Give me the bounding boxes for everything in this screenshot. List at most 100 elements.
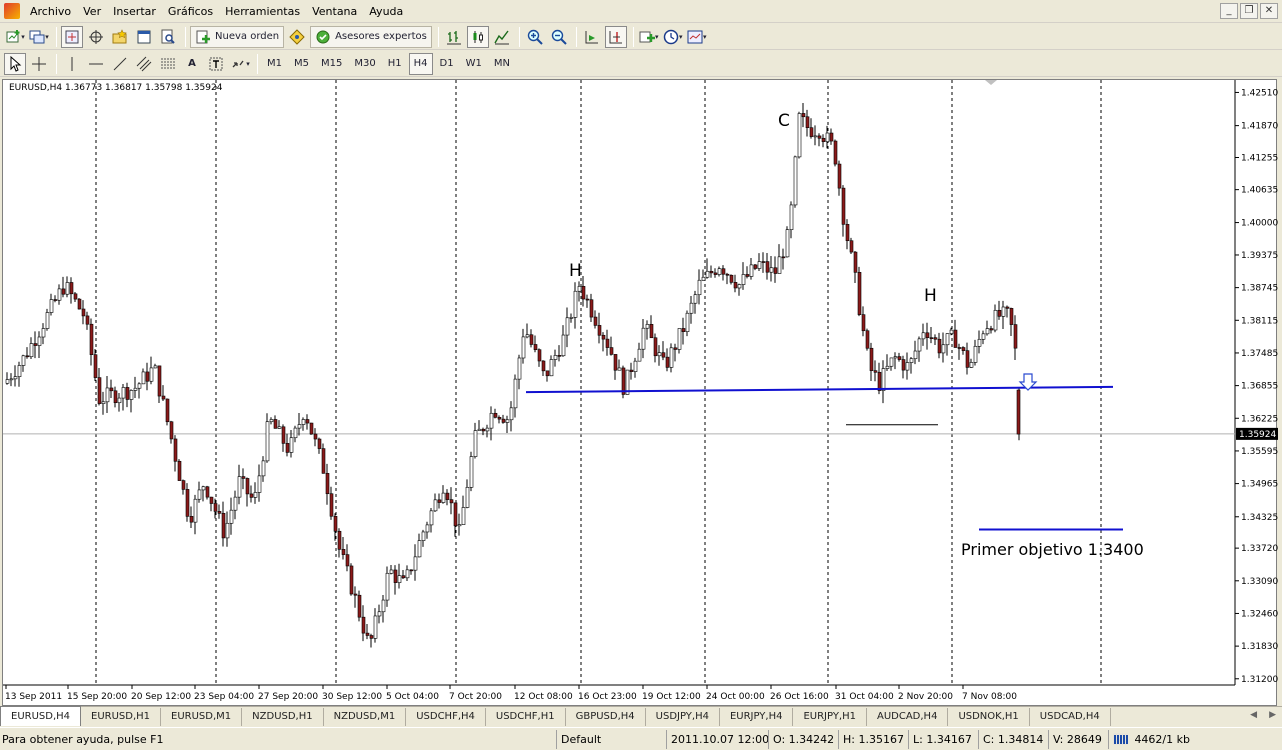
menu-herramientas[interactable]: Herramientas — [219, 0, 306, 23]
vertical-line-icon — [71, 56, 73, 71]
menu-archivo[interactable]: Archivo — [24, 0, 77, 23]
tab-eurjpy-h4[interactable]: EURJPY,H4 — [720, 708, 794, 726]
tab-nzdusd-m1[interactable]: NZDUSD,M1 — [324, 708, 407, 726]
tab-audcad-h4[interactable]: AUDCAD,H4 — [867, 708, 949, 726]
price-tick-label: 1.36225 — [1241, 414, 1278, 424]
bear-candle — [585, 298, 590, 301]
tab-scroll-right-icon[interactable]: ▶ — [1269, 710, 1276, 720]
target-annotation[interactable]: Primer objetivo 1.3400 — [961, 540, 1144, 559]
tab-usdjpy-h4[interactable]: USDJPY,H4 — [646, 708, 720, 726]
tab-usdcad-h4[interactable]: USDCAD,H4 — [1030, 708, 1111, 726]
toolbar-separator — [437, 26, 439, 47]
timeframe-m1[interactable]: M1 — [262, 53, 287, 75]
diamond-icon — [289, 28, 305, 45]
metaeditor-button[interactable] — [286, 26, 308, 48]
text-tool-button[interactable]: A — [181, 53, 203, 75]
chart-window[interactable]: 1.42510 1.41870 1.41255 1.40635 1.40000 1.393… — [2, 79, 1278, 707]
new-chart-button[interactable]: ▾ — [4, 26, 26, 48]
tab-usdchf-h4[interactable]: USDCHF,H4 — [406, 708, 486, 726]
bull-candle — [617, 367, 622, 371]
bear-candle — [241, 476, 246, 479]
restore-button[interactable]: ❐ — [1240, 3, 1258, 19]
bull-candle — [513, 378, 518, 409]
new-order-button[interactable]: Nueva orden — [190, 25, 285, 48]
bear-candle — [165, 398, 170, 423]
tab-eurusd-h4[interactable]: EURUSD,H4 — [0, 706, 82, 726]
status-bar: Para obtener ayuda, pulse F1 Default 201… — [0, 727, 1282, 750]
pattern-label-shoulder[interactable]: H — [924, 286, 937, 306]
bear-candle — [765, 261, 770, 273]
menu-insertar[interactable]: Insertar — [107, 0, 162, 23]
text-label-button[interactable] — [205, 53, 227, 75]
periods-button[interactable]: ▾ — [662, 26, 684, 48]
line-chart-button[interactable] — [491, 26, 513, 48]
timeframe-w1[interactable]: W1 — [461, 53, 487, 75]
fibonacci-button[interactable] — [157, 53, 179, 75]
profiles-icon — [29, 30, 45, 43]
timeframe-m15[interactable]: M15 — [316, 53, 347, 75]
auto-scroll-button[interactable] — [581, 26, 603, 48]
bear-candle — [937, 338, 942, 354]
bear-candle — [817, 135, 822, 139]
bear-candle — [725, 273, 730, 276]
bear-candle — [989, 328, 994, 331]
vertical-line-button[interactable] — [61, 53, 83, 75]
bull-candle — [65, 282, 70, 295]
timeframe-h1[interactable]: H1 — [383, 53, 407, 75]
bear-candle — [393, 569, 398, 583]
timeframe-mn[interactable]: MN — [489, 53, 515, 75]
crosshair-tool-button[interactable] — [28, 53, 50, 75]
close-button[interactable]: ✕ — [1260, 3, 1278, 19]
timeframe-m5[interactable]: M5 — [289, 53, 314, 75]
timeframe-d1[interactable]: D1 — [435, 53, 459, 75]
templates-button[interactable]: ▾ — [686, 26, 708, 48]
bear-candle — [345, 554, 350, 567]
tab-usdchf-h1[interactable]: USDCHF,H1 — [486, 708, 566, 726]
market-watch-button[interactable] — [61, 25, 83, 48]
indicators-button[interactable]: ▾ — [638, 26, 660, 48]
pattern-label-shoulder[interactable]: H — [569, 261, 582, 281]
terminal-button[interactable] — [133, 26, 155, 48]
tab-eurusd-m1[interactable]: EURUSD,M1 — [161, 708, 243, 726]
bear-candle — [713, 272, 718, 275]
menu-ayuda[interactable]: Ayuda — [363, 0, 409, 23]
bull-candle — [573, 290, 578, 318]
price-chart[interactable]: 1.42510 1.41870 1.41255 1.40635 1.40000 1.393… — [3, 80, 1278, 707]
tab-scroll-left-icon[interactable]: ◀ — [1250, 710, 1257, 720]
menu-graficos[interactable]: Gráficos — [162, 0, 219, 23]
zoom-in-button[interactable] — [524, 26, 546, 48]
navigator-crosshair-button[interactable] — [85, 26, 107, 48]
bear-candle — [401, 575, 406, 579]
bull-candle — [505, 419, 510, 423]
candlestick-chart-button[interactable] — [466, 25, 489, 48]
pattern-label-head[interactable]: C — [778, 111, 790, 131]
bear-candle — [157, 365, 162, 397]
timeframe-h4[interactable]: H4 — [408, 52, 433, 75]
tab-eurusd-h1[interactable]: EURUSD,H1 — [81, 708, 162, 726]
menu-ventana[interactable]: Ventana — [306, 0, 363, 23]
zoom-out-button[interactable] — [548, 26, 570, 48]
favorites-button[interactable] — [109, 26, 131, 48]
minimize-button[interactable]: _ — [1220, 3, 1238, 19]
bear-candle — [1013, 324, 1018, 349]
menu-ver[interactable]: Ver — [77, 0, 107, 23]
expert-advisors-button[interactable]: Asesores expertos — [310, 25, 432, 48]
arrows-button[interactable]: ▾ — [229, 53, 251, 75]
indicators-icon — [639, 31, 656, 42]
horizontal-line-button[interactable] — [85, 53, 107, 75]
tab-nzdusd-h1[interactable]: NZDUSD,H1 — [242, 708, 324, 726]
bar-chart-button[interactable] — [443, 26, 465, 48]
trendline-button[interactable] — [109, 53, 131, 75]
tab-gbpusd-h4[interactable]: GBPUSD,H4 — [566, 708, 646, 726]
bear-candle — [533, 344, 538, 350]
timeframe-m30[interactable]: M30 — [349, 53, 380, 75]
bear-candle — [653, 337, 658, 357]
chart-shift-button[interactable] — [604, 25, 627, 48]
tab-eurjpy-h1[interactable]: EURJPY,H1 — [793, 708, 867, 726]
crosshair-target-icon — [89, 29, 103, 44]
tab-usdnok-h1[interactable]: USDNOK,H1 — [948, 708, 1030, 726]
tester-button[interactable] — [157, 26, 179, 48]
profiles-button[interactable]: ▾ — [28, 26, 50, 48]
equidistant-channel-button[interactable] — [133, 53, 155, 75]
cursor-tool-button[interactable] — [4, 52, 26, 75]
